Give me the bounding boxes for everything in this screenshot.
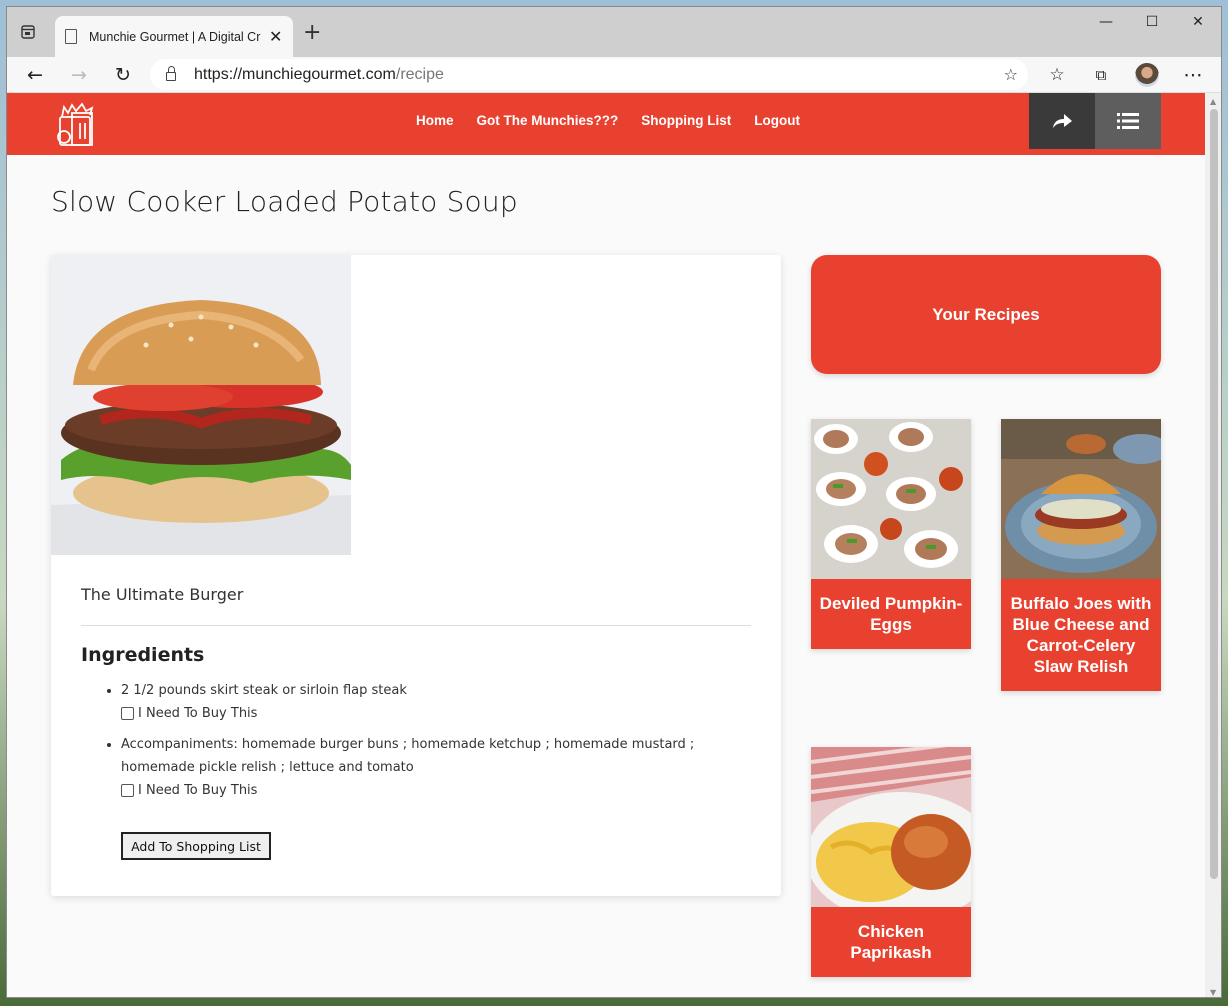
back-icon[interactable]: ←	[21, 61, 49, 89]
maximize-icon[interactable]: ☐	[1129, 7, 1175, 37]
your-recipes-button[interactable]: Your Recipes	[811, 255, 1161, 374]
recipe-tile-label: Buffalo Joes with Blue Cheese and Carrot…	[1001, 579, 1161, 691]
new-tab-icon[interactable]: +	[303, 20, 321, 45]
tab-title: Munchie Gourmet | A Digital Cra	[89, 29, 261, 44]
ingredients-heading: Ingredients	[81, 644, 205, 666]
url-path: /recipe	[395, 65, 444, 83]
recipe-card: The Ultimate Burger Ingredients 2 1/2 po…	[51, 255, 781, 896]
add-favorite-icon[interactable]: ☆	[1004, 65, 1018, 84]
recipe-name: The Ultimate Burger	[81, 585, 244, 604]
list-item: Accompaniments: homemade burger buns ; h…	[121, 733, 721, 802]
recipe-image	[51, 255, 351, 555]
recipe-tile-buffalo-joes[interactable]: Buffalo Joes with Blue Cheese and Carrot…	[1001, 419, 1161, 691]
ingredient-text: Accompaniments: homemade burger buns ; h…	[121, 737, 695, 775]
recipe-tile-image	[811, 419, 971, 579]
url-host: https://munchiegourmet.com	[194, 65, 396, 83]
recipe-tile-label: Deviled Pumpkin-Eggs	[811, 579, 971, 649]
recipe-tile-deviled-pumpkin-eggs[interactable]: Deviled Pumpkin-Eggs	[811, 419, 971, 649]
menu-home[interactable]: Home	[416, 113, 454, 128]
recipe-tile-image	[811, 747, 971, 907]
tab-actions-icon[interactable]	[17, 21, 39, 43]
avatar[interactable]	[1135, 63, 1159, 87]
recipe-tile-label: Chicken Paprikash	[811, 907, 971, 977]
checkbox-label: I Need To Buy This	[138, 706, 258, 721]
favorites-icon[interactable]: ☆	[1043, 61, 1071, 89]
window-controls: — ☐ ✕	[1083, 7, 1221, 37]
recipe-tile-chicken-paprikash[interactable]: Chicken Paprikash	[811, 747, 971, 977]
list-view-button[interactable]	[1095, 93, 1161, 149]
lock-icon	[166, 66, 176, 81]
ingredients-list: 2 1/2 pounds skirt steak or sirloin flap…	[121, 679, 721, 810]
site-header: Home Got The Munchies??? Shopping List L…	[7, 93, 1205, 155]
page-icon	[65, 29, 77, 44]
close-tab-icon[interactable]: ✕	[269, 27, 282, 46]
scroll-down-icon[interactable]: ▼	[1210, 988, 1216, 997]
tab-strip: Munchie Gourmet | A Digital Cra ✕ + — ☐ …	[7, 7, 1221, 57]
list-icon	[1117, 113, 1139, 129]
collections-icon[interactable]: ⧉	[1087, 61, 1115, 89]
close-window-icon[interactable]: ✕	[1175, 7, 1221, 37]
refresh-icon[interactable]: ↻	[109, 61, 137, 89]
divider	[81, 625, 751, 626]
more-menu-icon[interactable]: ⋯	[1179, 61, 1207, 89]
menu-got-the-munchies[interactable]: Got The Munchies???	[477, 113, 619, 128]
browser-window: Munchie Gourmet | A Digital Cra ✕ + — ☐ …	[6, 6, 1222, 998]
browser-tab[interactable]: Munchie Gourmet | A Digital Cra ✕	[55, 16, 293, 57]
list-item: 2 1/2 pounds skirt steak or sirloin flap…	[121, 679, 721, 725]
share-arrow-icon	[1053, 114, 1072, 128]
menu-shopping-list[interactable]: Shopping List	[641, 113, 731, 128]
ingredient-text: 2 1/2 pounds skirt steak or sirloin flap…	[121, 683, 407, 698]
logo-icon[interactable]	[52, 99, 102, 149]
recipe-tile-image	[1001, 419, 1161, 579]
main-menu: Home Got The Munchies??? Shopping List L…	[416, 113, 800, 128]
share-button[interactable]	[1029, 93, 1095, 149]
add-to-shopping-list-button[interactable]: Add To Shopping List	[121, 832, 271, 860]
forward-icon[interactable]: →	[65, 61, 93, 89]
scroll-up-icon[interactable]: ▲	[1210, 97, 1216, 106]
menu-logout[interactable]: Logout	[754, 113, 800, 128]
scrollbar[interactable]: ▲ ▼	[1205, 93, 1221, 997]
checkbox-label: I Need To Buy This	[138, 783, 258, 798]
navigation-bar: ← → ↻ https://munchiegourmet.com/recipe …	[7, 57, 1221, 93]
scrollbar-thumb[interactable]	[1210, 109, 1218, 879]
need-to-buy-checkbox[interactable]	[121, 707, 134, 720]
need-to-buy-checkbox[interactable]	[121, 784, 134, 797]
minimize-icon[interactable]: —	[1083, 7, 1129, 37]
web-page: Home Got The Munchies??? Shopping List L…	[7, 93, 1205, 997]
address-bar[interactable]: https://munchiegourmet.com/recipe ☆	[150, 59, 1028, 90]
page-title: Slow Cooker Loaded Potato Soup	[51, 185, 518, 218]
